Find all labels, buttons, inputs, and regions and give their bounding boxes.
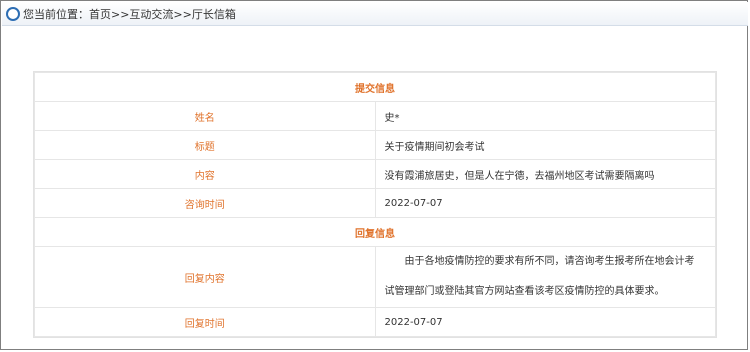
table-row: 回复内容 由于各地疫情防控的要求有所不同，请咨询考生报考所在地会计考试管理部门或… xyxy=(34,246,716,308)
table-row: 内容 没有霞浦旅居史，但是人在宁德，去福州地区考试需要隔离吗 xyxy=(34,159,716,189)
page-frame: 您当前位置： 首页>>互动交流>>厅长信箱 提交信息 姓名 史* 标题 关于疫情… xyxy=(0,0,748,350)
letter-detail-table: 提交信息 姓名 史* 标题 关于疫情期间初会考试 内容 没有霞浦旅居史，但是人在… xyxy=(34,72,716,337)
reply-time-value: 2022-07-07 xyxy=(374,307,716,337)
content-label: 内容 xyxy=(34,159,376,189)
name-label: 姓名 xyxy=(34,101,376,131)
subject-label: 标题 xyxy=(34,130,376,160)
breadcrumb-path[interactable]: 首页>>互动交流>>厅长信箱 xyxy=(89,6,236,22)
reply-content-label: 回复内容 xyxy=(34,246,376,308)
inquiry-time-label: 咨询时间 xyxy=(34,188,376,218)
location-circle-icon xyxy=(6,6,20,21)
reply-content-value: 由于各地疫情防控的要求有所不同，请咨询考生报考所在地会计考试管理部门或登陆其官方… xyxy=(374,246,716,308)
table-row: 标题 关于疫情期间初会考试 xyxy=(34,130,716,160)
location-bar: 您当前位置： 首页>>互动交流>>厅长信箱 xyxy=(2,2,748,26)
submit-section-title: 提交信息 xyxy=(34,72,716,102)
reply-time-label: 回复时间 xyxy=(34,307,376,337)
table-row: 回复时间 2022-07-07 xyxy=(34,307,716,337)
letter-detail-panel: 提交信息 姓名 史* 标题 关于疫情期间初会考试 内容 没有霞浦旅居史，但是人在… xyxy=(33,71,717,338)
subject-value: 关于疫情期间初会考试 xyxy=(374,130,716,160)
breadcrumb-prefix: 您当前位置： xyxy=(23,7,89,21)
name-value: 史* xyxy=(374,101,716,131)
inquiry-time-value: 2022-07-07 xyxy=(374,188,716,218)
reply-section-header-row: 回复信息 xyxy=(34,217,716,247)
table-row: 姓名 史* xyxy=(34,101,716,131)
content-value: 没有霞浦旅居史，但是人在宁德，去福州地区考试需要隔离吗 xyxy=(374,159,716,189)
reply-section-title: 回复信息 xyxy=(34,217,716,247)
table-row: 咨询时间 2022-07-07 xyxy=(34,188,716,218)
submit-section-header-row: 提交信息 xyxy=(34,72,716,102)
